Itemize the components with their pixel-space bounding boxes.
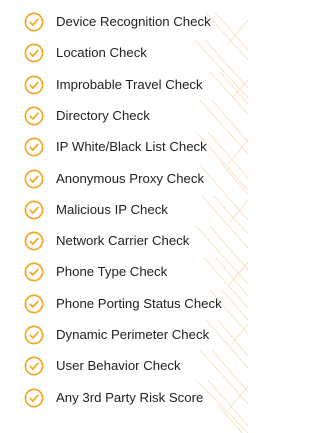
check-label: Network Carrier Check — [56, 233, 190, 248]
check-circle-icon — [24, 12, 44, 32]
check-circle-icon — [24, 325, 44, 345]
check-circle-icon — [24, 356, 44, 376]
check-list-item: Any 3rd Party Risk Score — [0, 388, 248, 408]
check-circle-icon — [24, 262, 44, 282]
check-list-item: Phone Type Check — [0, 262, 248, 282]
check-label: Malicious IP Check — [56, 202, 168, 217]
check-circle-icon — [24, 43, 44, 63]
check-label: Device Recognition Check — [56, 14, 211, 29]
check-circle-icon — [24, 75, 44, 95]
check-circle-icon — [24, 106, 44, 126]
check-circle-icon — [24, 200, 44, 220]
check-label: Anonymous Proxy Check — [56, 171, 205, 186]
check-label: Phone Type Check — [56, 264, 168, 279]
check-list-item: Dynamic Perimeter Check — [0, 325, 248, 345]
check-list-item: Improbable Travel Check — [0, 75, 248, 95]
check-list-item: Phone Porting Status Check — [0, 294, 248, 314]
check-circle-icon — [24, 137, 44, 157]
check-label: Phone Porting Status Check — [56, 296, 222, 311]
check-list: Device Recognition Check Location Check Im… — [0, 0, 248, 433]
check-list-item: IP White/Black List Check — [0, 137, 248, 157]
check-label: Any 3rd Party Risk Score — [56, 390, 204, 405]
check-list-item: Network Carrier Check — [0, 231, 248, 251]
check-list-item: Malicious IP Check — [0, 200, 248, 220]
check-label: Location Check — [56, 45, 147, 60]
check-circle-icon — [24, 388, 44, 408]
check-list-item: User Behavior Check — [0, 356, 248, 376]
check-list-item: Device Recognition Check — [0, 12, 248, 32]
check-list-item: Anonymous Proxy Check — [0, 169, 248, 189]
check-label: User Behavior Check — [56, 358, 181, 373]
check-label: Directory Check — [56, 108, 150, 123]
check-label: IP White/Black List Check — [56, 139, 207, 154]
check-circle-icon — [24, 294, 44, 314]
check-circle-icon — [24, 231, 44, 251]
check-circle-icon — [24, 169, 44, 189]
check-label: Improbable Travel Check — [56, 77, 203, 92]
check-list-item: Directory Check — [0, 106, 248, 126]
check-label: Dynamic Perimeter Check — [56, 327, 210, 342]
check-list-item: Location Check — [0, 43, 248, 63]
